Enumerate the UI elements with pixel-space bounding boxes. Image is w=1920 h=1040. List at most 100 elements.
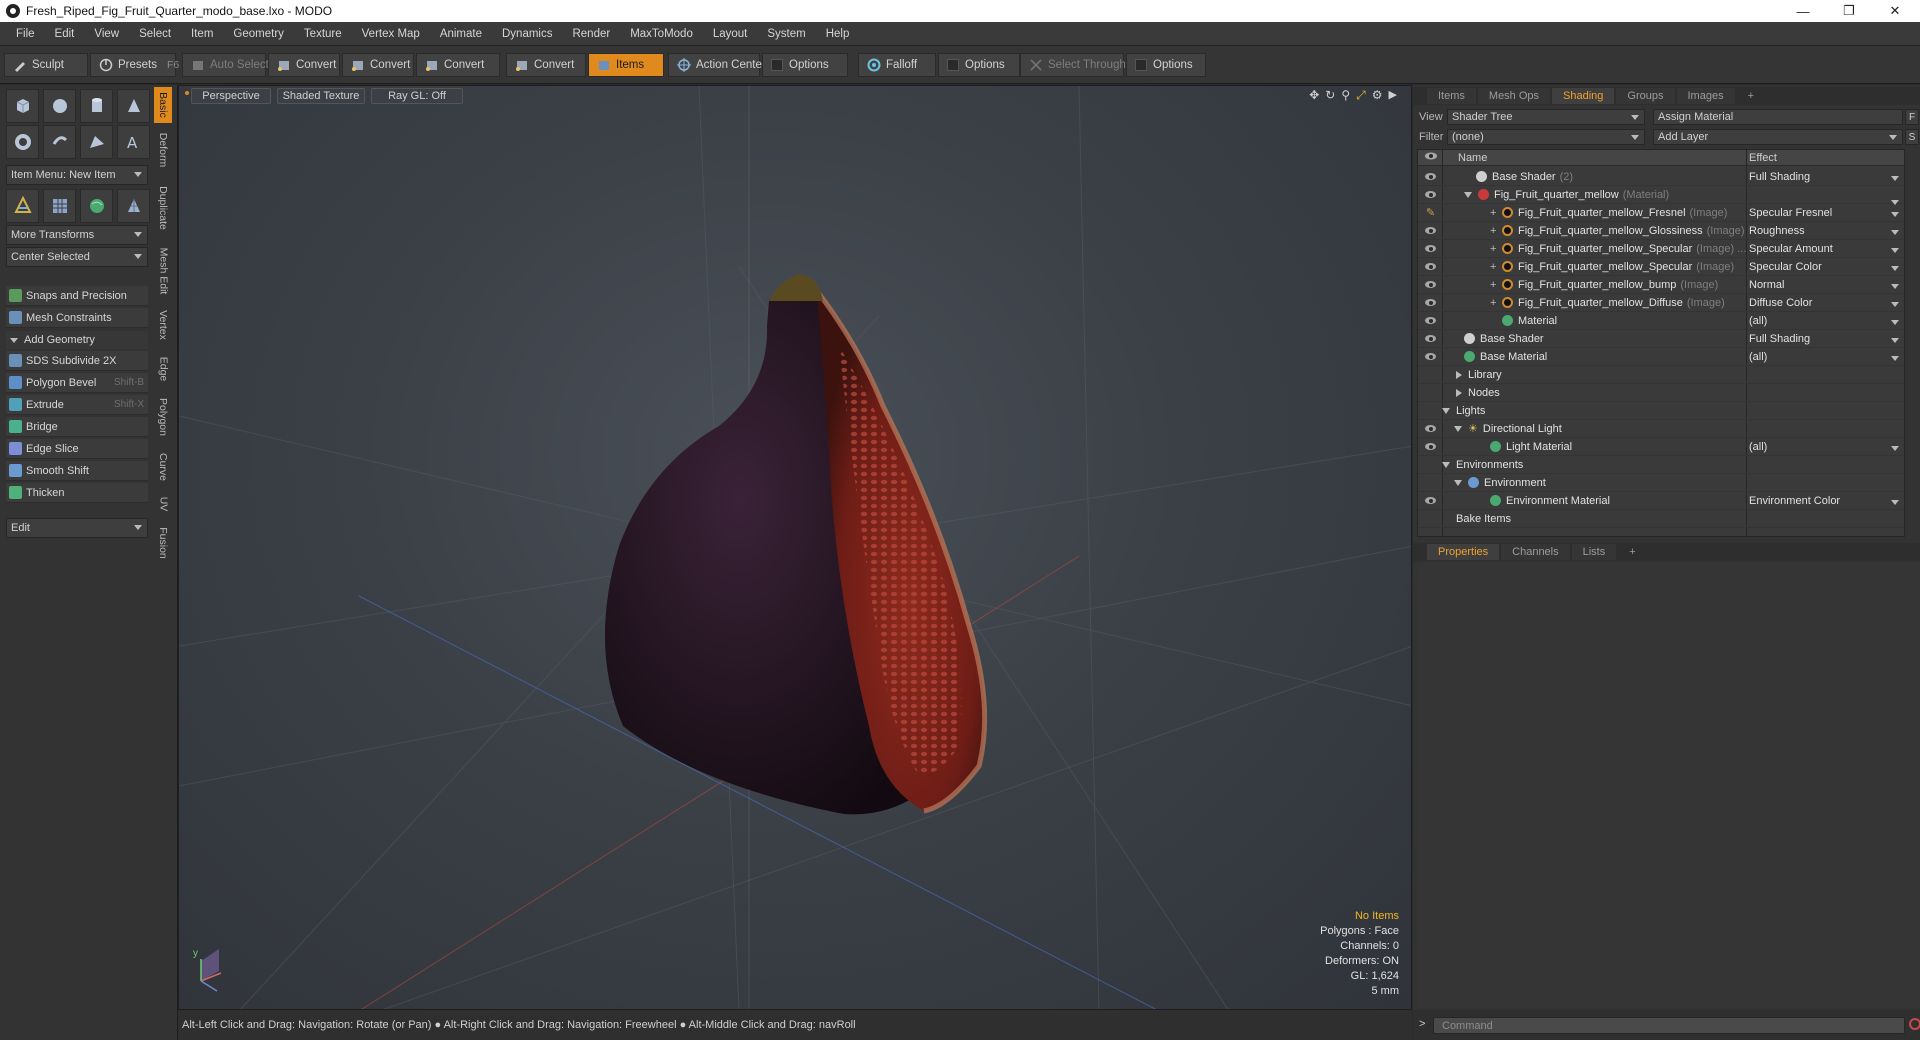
menu-maxtomodo[interactable]: MaxToModo xyxy=(620,28,703,40)
add-layer-dropdown[interactable]: Add Layer xyxy=(1653,129,1903,145)
tool-edge-slice[interactable]: Edge Slice xyxy=(6,439,148,459)
assign-material-button[interactable]: Assign Material xyxy=(1653,109,1903,125)
wire-cone-icon[interactable] xyxy=(117,189,150,223)
tree-row-lights[interactable]: Lights xyxy=(1418,402,1904,420)
name-column-header[interactable]: Name xyxy=(1458,152,1487,164)
command-input[interactable]: Command xyxy=(1433,1017,1905,1034)
tree-row-base-material[interactable]: Base Material (all) xyxy=(1418,348,1904,366)
tree-row-fig-material[interactable]: Fig_Fruit_quarter_mellow (Material) xyxy=(1418,186,1904,205)
tab-deform[interactable]: Deform xyxy=(154,127,172,173)
auto-select-button[interactable]: Auto Select xyxy=(182,53,269,77)
effect-dropdown[interactable]: Full Shading xyxy=(1749,171,1899,183)
item-menu-dropdown[interactable]: Item Menu: New Item xyxy=(6,165,148,185)
tab-polygon[interactable]: Polygon xyxy=(154,391,172,443)
more-transforms-dropdown[interactable]: More Transforms xyxy=(6,225,148,245)
tree-row-fresnel[interactable]: ✎ + Fig_Fruit_quarter_mellow_Fresnel (Imag… xyxy=(1418,204,1904,222)
options-checkbox[interactable] xyxy=(947,59,959,71)
globe-icon[interactable] xyxy=(80,189,113,223)
tool-smooth-shift[interactable]: Smooth Shift xyxy=(6,461,148,481)
snaps-precision-button[interactable]: Snaps and Precision xyxy=(6,286,148,306)
grid-icon[interactable] xyxy=(43,189,76,223)
visibility-eye-icon[interactable] xyxy=(1424,172,1438,182)
falloff-options-button[interactable]: Options xyxy=(938,53,1020,77)
tab-channels[interactable]: Channels xyxy=(1501,544,1570,560)
tab-fusion[interactable]: Fusion xyxy=(154,521,172,565)
effect-column-header[interactable]: Effect xyxy=(1749,152,1777,164)
visibility-eye-icon[interactable] xyxy=(1424,262,1438,272)
3d-viewport[interactable]: Perspective Shaded Texture Ray GL: Off ✥… xyxy=(178,85,1412,1010)
tree-row-light-material[interactable]: Light Material (all) xyxy=(1418,438,1904,456)
minimize-button[interactable]: — xyxy=(1780,0,1826,22)
perspective-button[interactable]: Perspective xyxy=(191,88,271,104)
filter-dropdown[interactable]: (none) xyxy=(1447,129,1645,145)
menu-texture[interactable]: Texture xyxy=(294,28,352,40)
tree-row-nodes[interactable]: Nodes xyxy=(1418,384,1904,402)
presets-button[interactable]: Presets F6 xyxy=(90,53,179,77)
convert-items-button[interactable]: Convert xyxy=(506,53,586,77)
tree-row-library[interactable]: Library xyxy=(1418,366,1904,384)
menu-view[interactable]: View xyxy=(84,28,129,40)
visibility-eye-icon[interactable] xyxy=(1424,442,1438,452)
fit-view-icon[interactable]: ⤢ xyxy=(1356,88,1366,103)
add-geometry-header[interactable]: Add Geometry xyxy=(6,331,148,349)
move-view-icon[interactable]: ✥ xyxy=(1309,88,1319,103)
tool-bridge[interactable]: Bridge xyxy=(6,417,148,437)
cube-primitive-icon[interactable] xyxy=(6,89,39,123)
items-mode-button[interactable]: Items xyxy=(588,53,664,77)
tree-row-base-shader[interactable]: Base Shader (2) Full Shading xyxy=(1418,168,1904,186)
settings-gear-icon[interactable]: ⚙ xyxy=(1372,88,1383,103)
tree-row-glossiness[interactable]: + Fig_Fruit_quarter_mellow_Glossiness (Ima… xyxy=(1418,222,1904,240)
locator-icon[interactable] xyxy=(6,189,39,223)
tree-row-specular-color[interactable]: + Fig_Fruit_quarter_mellow_Specular (Image… xyxy=(1418,258,1904,276)
close-button[interactable]: ✕ xyxy=(1872,0,1918,22)
tab-properties[interactable]: Properties xyxy=(1427,544,1500,560)
tree-row-material[interactable]: Material (all) xyxy=(1418,312,1904,330)
tree-row-directional-light[interactable]: ☀ Directional Light xyxy=(1418,420,1904,438)
record-icon[interactable] xyxy=(1909,1018,1920,1030)
tab-uv[interactable]: UV xyxy=(154,491,172,517)
effect-dropdown[interactable]: Environment Color xyxy=(1749,495,1899,507)
add-tab-button[interactable]: + xyxy=(1737,88,1765,104)
tool-thicken[interactable]: Thicken xyxy=(6,483,148,503)
effect-dropdown[interactable]: Diffuse Color xyxy=(1749,297,1899,309)
effect-dropdown[interactable]: Specular Amount xyxy=(1749,243,1899,255)
visibility-eye-icon[interactable] xyxy=(1424,190,1438,200)
menu-item[interactable]: Item xyxy=(181,28,223,40)
cylinder-primitive-icon[interactable] xyxy=(80,89,113,123)
edit-dropdown[interactable]: Edit xyxy=(6,518,148,538)
view-dropdown[interactable]: Shader Tree xyxy=(1447,109,1645,125)
falloff-button[interactable]: Falloff xyxy=(858,53,936,77)
tree-row-environment-material[interactable]: Environment Material Environment Color xyxy=(1418,492,1904,510)
panel-menu-icon[interactable] xyxy=(1413,544,1427,560)
add-tab-button[interactable]: + xyxy=(1618,544,1646,560)
menu-layout[interactable]: Layout xyxy=(703,28,758,40)
menu-vertex-map[interactable]: Vertex Map xyxy=(352,28,430,40)
cone-primitive-icon[interactable] xyxy=(117,89,150,123)
visibility-eye-icon[interactable] xyxy=(1424,316,1438,326)
effect-dropdown[interactable]: (all) xyxy=(1749,315,1899,327)
zoom-view-icon[interactable]: ⚲ xyxy=(1341,88,1350,103)
tab-mesh-edit[interactable]: Mesh Edit xyxy=(154,243,172,299)
tab-shading[interactable]: Shading xyxy=(1552,88,1615,104)
select-through-button[interactable]: Select Through xyxy=(1020,53,1126,77)
tab-duplicate[interactable]: Duplicate xyxy=(154,177,172,239)
tree-row-base-shader-2[interactable]: Base Shader Full Shading xyxy=(1418,330,1904,348)
select-options-button[interactable]: Options xyxy=(1126,53,1206,77)
options-checkbox[interactable] xyxy=(771,59,783,71)
visibility-eye-icon[interactable] xyxy=(1424,280,1438,290)
menu-geometry[interactable]: Geometry xyxy=(223,28,294,40)
menu-animate[interactable]: Animate xyxy=(430,28,492,40)
menu-help[interactable]: Help xyxy=(816,28,860,40)
convert-polygons-button[interactable]: Convert xyxy=(416,53,500,77)
effect-dropdown[interactable]: Specular Color xyxy=(1749,261,1899,273)
visibility-eye-icon[interactable] xyxy=(1424,244,1438,254)
panel-menu-icon[interactable] xyxy=(1413,88,1427,104)
action-center-options-button[interactable]: Options xyxy=(762,53,848,77)
tab-lists[interactable]: Lists xyxy=(1571,544,1617,560)
tab-curve[interactable]: Curve xyxy=(154,447,172,487)
rotate-view-icon[interactable]: ↻ xyxy=(1325,88,1335,103)
tree-row-environments[interactable]: Environments xyxy=(1418,456,1904,474)
s-button[interactable]: S xyxy=(1905,129,1919,145)
effect-dropdown[interactable]: (all) xyxy=(1749,441,1899,453)
effect-dropdown[interactable]: Roughness xyxy=(1749,225,1899,237)
